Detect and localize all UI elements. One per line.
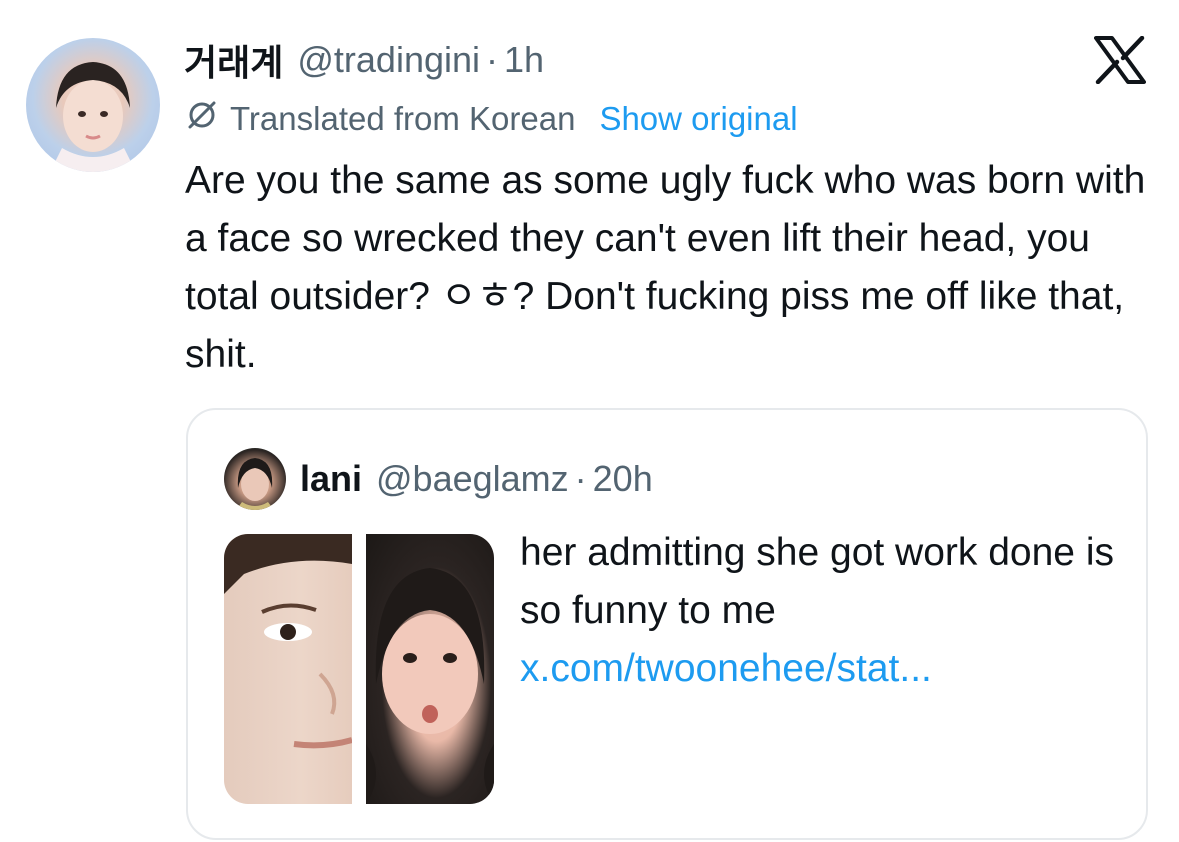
- quoted-separator-dot: ·: [574, 458, 587, 499]
- avatar-image: [50, 62, 136, 172]
- quoted-media-thumbnail[interactable]: [224, 534, 494, 804]
- quoted-tweet-text: her admitting she got work done is so fu…: [520, 524, 1120, 698]
- media-photo-left: [224, 534, 353, 804]
- quoted-timestamp[interactable]: 20h: [593, 458, 653, 500]
- quoted-author-avatar[interactable]: [224, 448, 286, 510]
- author-handle[interactable]: @tradingini: [297, 39, 480, 81]
- show-original-link[interactable]: Show original: [599, 100, 797, 138]
- quoted-tweet-header: lani @baeglamz · 20h: [300, 456, 653, 502]
- translated-label: Translated from Korean: [230, 100, 576, 137]
- x-logo-icon[interactable]: [1094, 35, 1146, 85]
- quoted-link[interactable]: x.com/twoonehee/stat...: [520, 640, 1120, 698]
- media-photo-right: [366, 534, 494, 804]
- media-divider: [352, 534, 366, 804]
- quoted-handle[interactable]: @baeglamz: [376, 458, 569, 500]
- tweet-header: 거래계 @tradingini · 1h: [184, 36, 544, 84]
- quoted-body: her admitting she got work done is so fu…: [520, 531, 1114, 632]
- translation-row: Translated from Korean Show original: [186, 98, 798, 140]
- quoted-tweet-card[interactable]: lani @baeglamz · 20h her admitting she g…: [186, 408, 1148, 840]
- tweet-timestamp[interactable]: 1h: [504, 39, 544, 81]
- separator-dot: ·: [486, 39, 499, 80]
- quoted-display-name[interactable]: lani: [300, 458, 362, 500]
- author-avatar[interactable]: [26, 38, 160, 172]
- quoted-avatar-image: [236, 458, 274, 510]
- tweet-text: Are you the same as some ugly fuck who w…: [185, 159, 1146, 376]
- globe-slash-icon: [186, 99, 230, 139]
- author-display-name[interactable]: 거래계: [184, 34, 283, 86]
